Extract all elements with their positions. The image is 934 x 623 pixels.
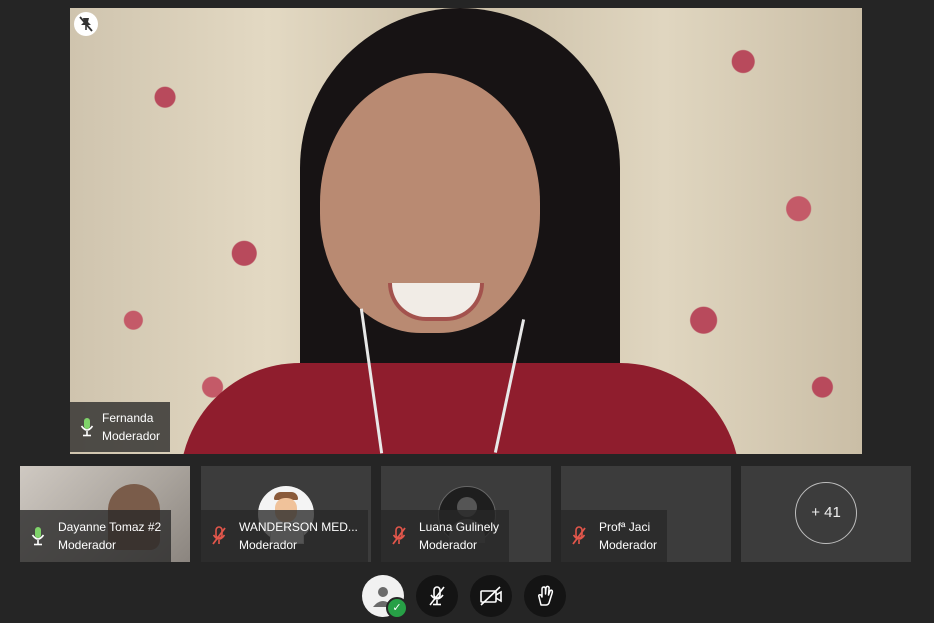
main-speaker-name: Fernanda bbox=[102, 411, 154, 425]
call-controls: ✓ bbox=[362, 575, 566, 619]
user-status-button[interactable]: ✓ bbox=[362, 575, 408, 619]
mic-muted-icon bbox=[429, 586, 445, 606]
main-speaker-name-tag: Fernanda Moderador bbox=[70, 402, 171, 452]
mic-muted-icon bbox=[572, 526, 586, 545]
raise-hand-button[interactable] bbox=[524, 575, 566, 617]
status-check-icon: ✓ bbox=[386, 597, 408, 619]
hand-icon bbox=[538, 585, 554, 606]
main-speaker-video[interactable]: Fernanda Moderador bbox=[70, 8, 862, 454]
participant-role: Moderador bbox=[58, 538, 117, 552]
participant-name: WANDERSON MED... bbox=[239, 520, 358, 534]
participant-name-tag: Profª Jaci Moderador bbox=[561, 510, 668, 562]
participant-name: Luana Gulinely bbox=[419, 520, 500, 534]
participant-tile[interactable]: Dayanne Tomaz #2 Moderador bbox=[20, 466, 190, 562]
more-participants-count[interactable]: + 41 bbox=[795, 482, 857, 544]
camera-off-icon bbox=[480, 586, 502, 606]
pin-off-icon[interactable] bbox=[74, 12, 98, 36]
participant-name-tag: Dayanne Tomaz #2 Moderador bbox=[20, 510, 172, 562]
speaker-shirt bbox=[180, 363, 740, 454]
participant-role: Moderador bbox=[599, 538, 658, 552]
mic-toggle-button[interactable] bbox=[416, 575, 458, 617]
participant-name-tag: WANDERSON MED... Moderador bbox=[201, 510, 368, 562]
participant-tile[interactable]: Luana Gulinely Moderador bbox=[381, 466, 551, 562]
camera-toggle-button[interactable] bbox=[470, 575, 512, 617]
main-speaker-role: Moderador bbox=[102, 429, 161, 443]
more-participants-tile[interactable]: + 41 bbox=[741, 466, 911, 562]
mic-on-icon bbox=[80, 418, 94, 437]
participant-role: Moderador bbox=[239, 538, 298, 552]
participant-name-tag: Luana Gulinely Moderador bbox=[381, 510, 510, 562]
participant-role: Moderador bbox=[419, 538, 478, 552]
mic-on-icon bbox=[31, 527, 45, 546]
participant-name: Profª Jaci bbox=[599, 520, 651, 534]
mic-muted-icon bbox=[212, 526, 226, 545]
participant-tile[interactable]: WANDERSON MED... Moderador bbox=[201, 466, 371, 562]
mic-muted-icon bbox=[392, 526, 406, 545]
participant-name: Dayanne Tomaz #2 bbox=[58, 520, 162, 534]
participant-tile[interactable]: Profª Jaci Moderador bbox=[561, 466, 731, 562]
